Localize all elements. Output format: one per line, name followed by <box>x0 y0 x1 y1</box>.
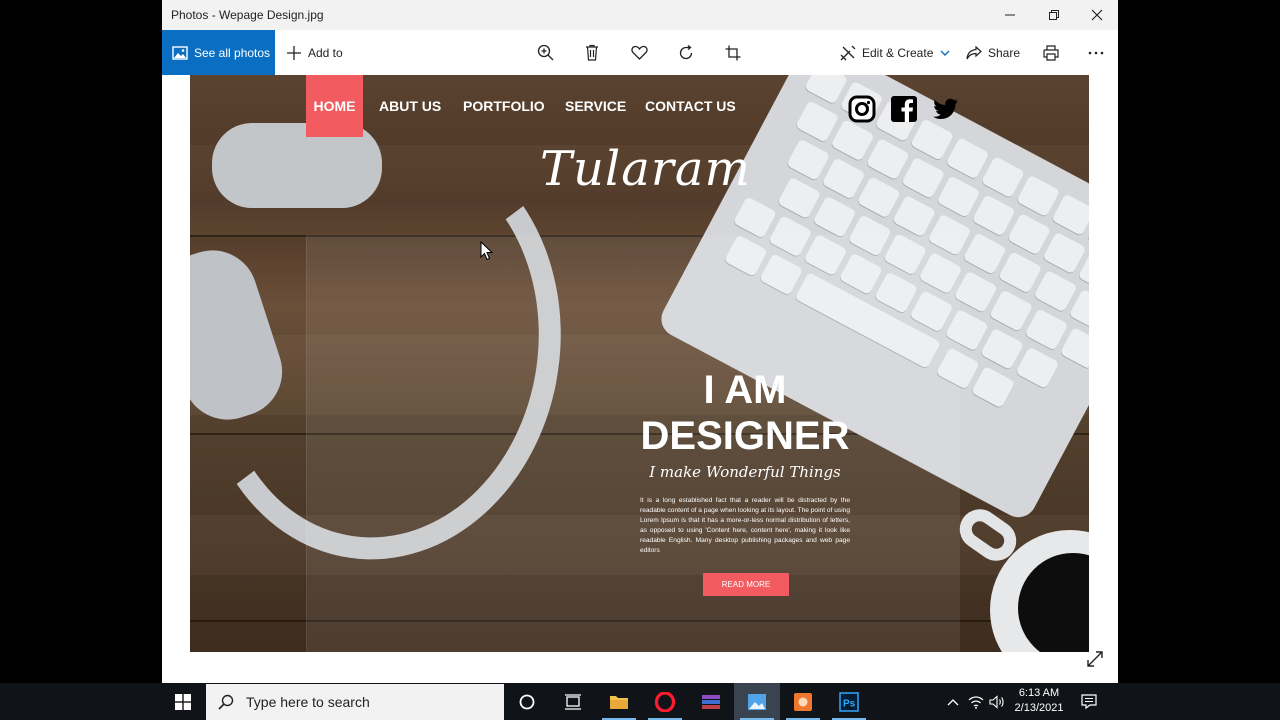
hero-line-1: I AM <box>703 368 787 412</box>
mouse-cursor-icon <box>480 241 494 261</box>
cortana-button[interactable] <box>504 683 550 720</box>
svg-text:Ps: Ps <box>843 698 856 709</box>
print-button[interactable] <box>1043 30 1059 75</box>
tagline: I make Wonderful Things <box>649 463 841 481</box>
restore-icon <box>1049 10 1059 20</box>
more-icon <box>1088 51 1104 54</box>
zoom-in-icon <box>537 44 554 61</box>
share-icon <box>966 45 982 59</box>
photos-app-button[interactable] <box>734 683 780 720</box>
winrar-button[interactable] <box>688 683 734 720</box>
instagram-icon <box>848 95 876 123</box>
minimize-icon <box>1005 14 1015 16</box>
share-label: Share <box>988 45 1021 60</box>
heart-icon <box>631 45 648 60</box>
orange-app-icon <box>794 692 812 711</box>
plus-icon <box>287 45 301 60</box>
taskbar: Type here to search Ps 6:13 AM 2/13/2021 <box>0 683 1280 720</box>
read-more-button: READ MORE <box>703 573 789 596</box>
nav-service: SERVICE <box>565 98 627 114</box>
intro-paragraph: It is a long established fact that a rea… <box>640 497 850 554</box>
chevron-down-icon <box>940 50 950 56</box>
zoom-button[interactable] <box>537 30 554 75</box>
facebook-icon <box>891 96 917 122</box>
start-button[interactable] <box>162 683 204 720</box>
taskbar-search-box[interactable]: Type here to search <box>206 684 504 720</box>
action-center-button[interactable] <box>1076 683 1102 720</box>
speaker-icon <box>989 694 1004 709</box>
photoshop-button[interactable]: Ps <box>826 683 872 720</box>
photoshop-icon: Ps <box>839 691 859 712</box>
photo-icon <box>172 45 188 60</box>
see-all-photos-button[interactable]: See all photos <box>162 30 275 75</box>
rotate-button[interactable] <box>678 30 694 75</box>
notification-icon <box>1081 694 1097 709</box>
nav-about: ABUT US <box>379 98 442 114</box>
fullscreen-icon[interactable] <box>1086 650 1104 668</box>
opera-button[interactable] <box>642 683 688 720</box>
windows-logo-icon <box>175 693 191 710</box>
close-icon <box>1091 9 1103 21</box>
crop-button[interactable] <box>725 30 741 75</box>
edit-create-icon <box>840 45 856 60</box>
edit-create-button[interactable]: Edit & Create <box>840 30 950 75</box>
trash-icon <box>586 44 598 61</box>
file-explorer-button[interactable] <box>596 683 642 720</box>
hero-heading: I AM DESIGNER <box>620 367 870 459</box>
title-bar: Photos - Wepage Design.jpg <box>162 0 1118 30</box>
opera-icon <box>655 691 675 712</box>
rotate-icon <box>679 44 693 59</box>
window-title: Photos - Wepage Design.jpg <box>171 8 324 22</box>
photos-window: Photos - Wepage Design.jpg See all photo… <box>162 0 1118 683</box>
photo-canvas[interactable]: HOME ABUT US PORTFOLIO SERVICE CONTACT U… <box>190 75 1089 652</box>
photos-app-icon <box>748 693 766 710</box>
hero-line-2: DESIGNER <box>640 414 850 458</box>
crop-icon <box>725 45 741 60</box>
show-hidden-icons-button[interactable] <box>944 683 962 720</box>
close-button[interactable] <box>1075 0 1119 30</box>
volume-button[interactable] <box>987 683 1007 720</box>
task-view-button[interactable] <box>550 683 596 720</box>
nav-portfolio: PORTFOLIO <box>463 98 545 114</box>
clock-time: 6:13 AM <box>1018 687 1060 699</box>
search-placeholder: Type here to search <box>246 694 370 710</box>
search-icon <box>218 694 234 710</box>
twitter-icon <box>933 98 958 119</box>
favorite-button[interactable] <box>631 30 648 75</box>
clock-date: 2/13/2021 <box>1014 702 1064 714</box>
edit-create-label: Edit & Create <box>862 45 934 60</box>
maximize-button[interactable] <box>1032 0 1076 30</box>
add-to-button[interactable]: Add to <box>286 30 343 75</box>
nav-home: HOME <box>306 75 363 137</box>
winrar-icon <box>702 694 720 709</box>
more-options-button[interactable] <box>1088 30 1104 75</box>
task-view-icon <box>565 693 581 710</box>
cortana-icon <box>519 694 535 709</box>
app-orange-button[interactable] <box>780 683 826 720</box>
minimize-button[interactable] <box>988 0 1032 30</box>
brand-logo-text: Tularam <box>540 141 751 197</box>
delete-button[interactable] <box>585 30 599 75</box>
add-to-label: Add to <box>308 45 343 60</box>
see-all-photos-label: See all photos <box>194 45 271 60</box>
nav-contact: CONTACT US <box>645 98 736 114</box>
network-button[interactable] <box>966 683 986 720</box>
print-icon <box>1043 44 1059 61</box>
chevron-up-icon <box>947 698 959 705</box>
clock[interactable]: 6:13 AM 2/13/2021 <box>1006 686 1072 716</box>
toolbar: See all photos Add to Edit & Create Shar… <box>162 30 1118 75</box>
folder-icon <box>610 695 628 709</box>
share-button[interactable]: Share <box>966 30 1020 75</box>
wifi-icon <box>968 695 984 709</box>
